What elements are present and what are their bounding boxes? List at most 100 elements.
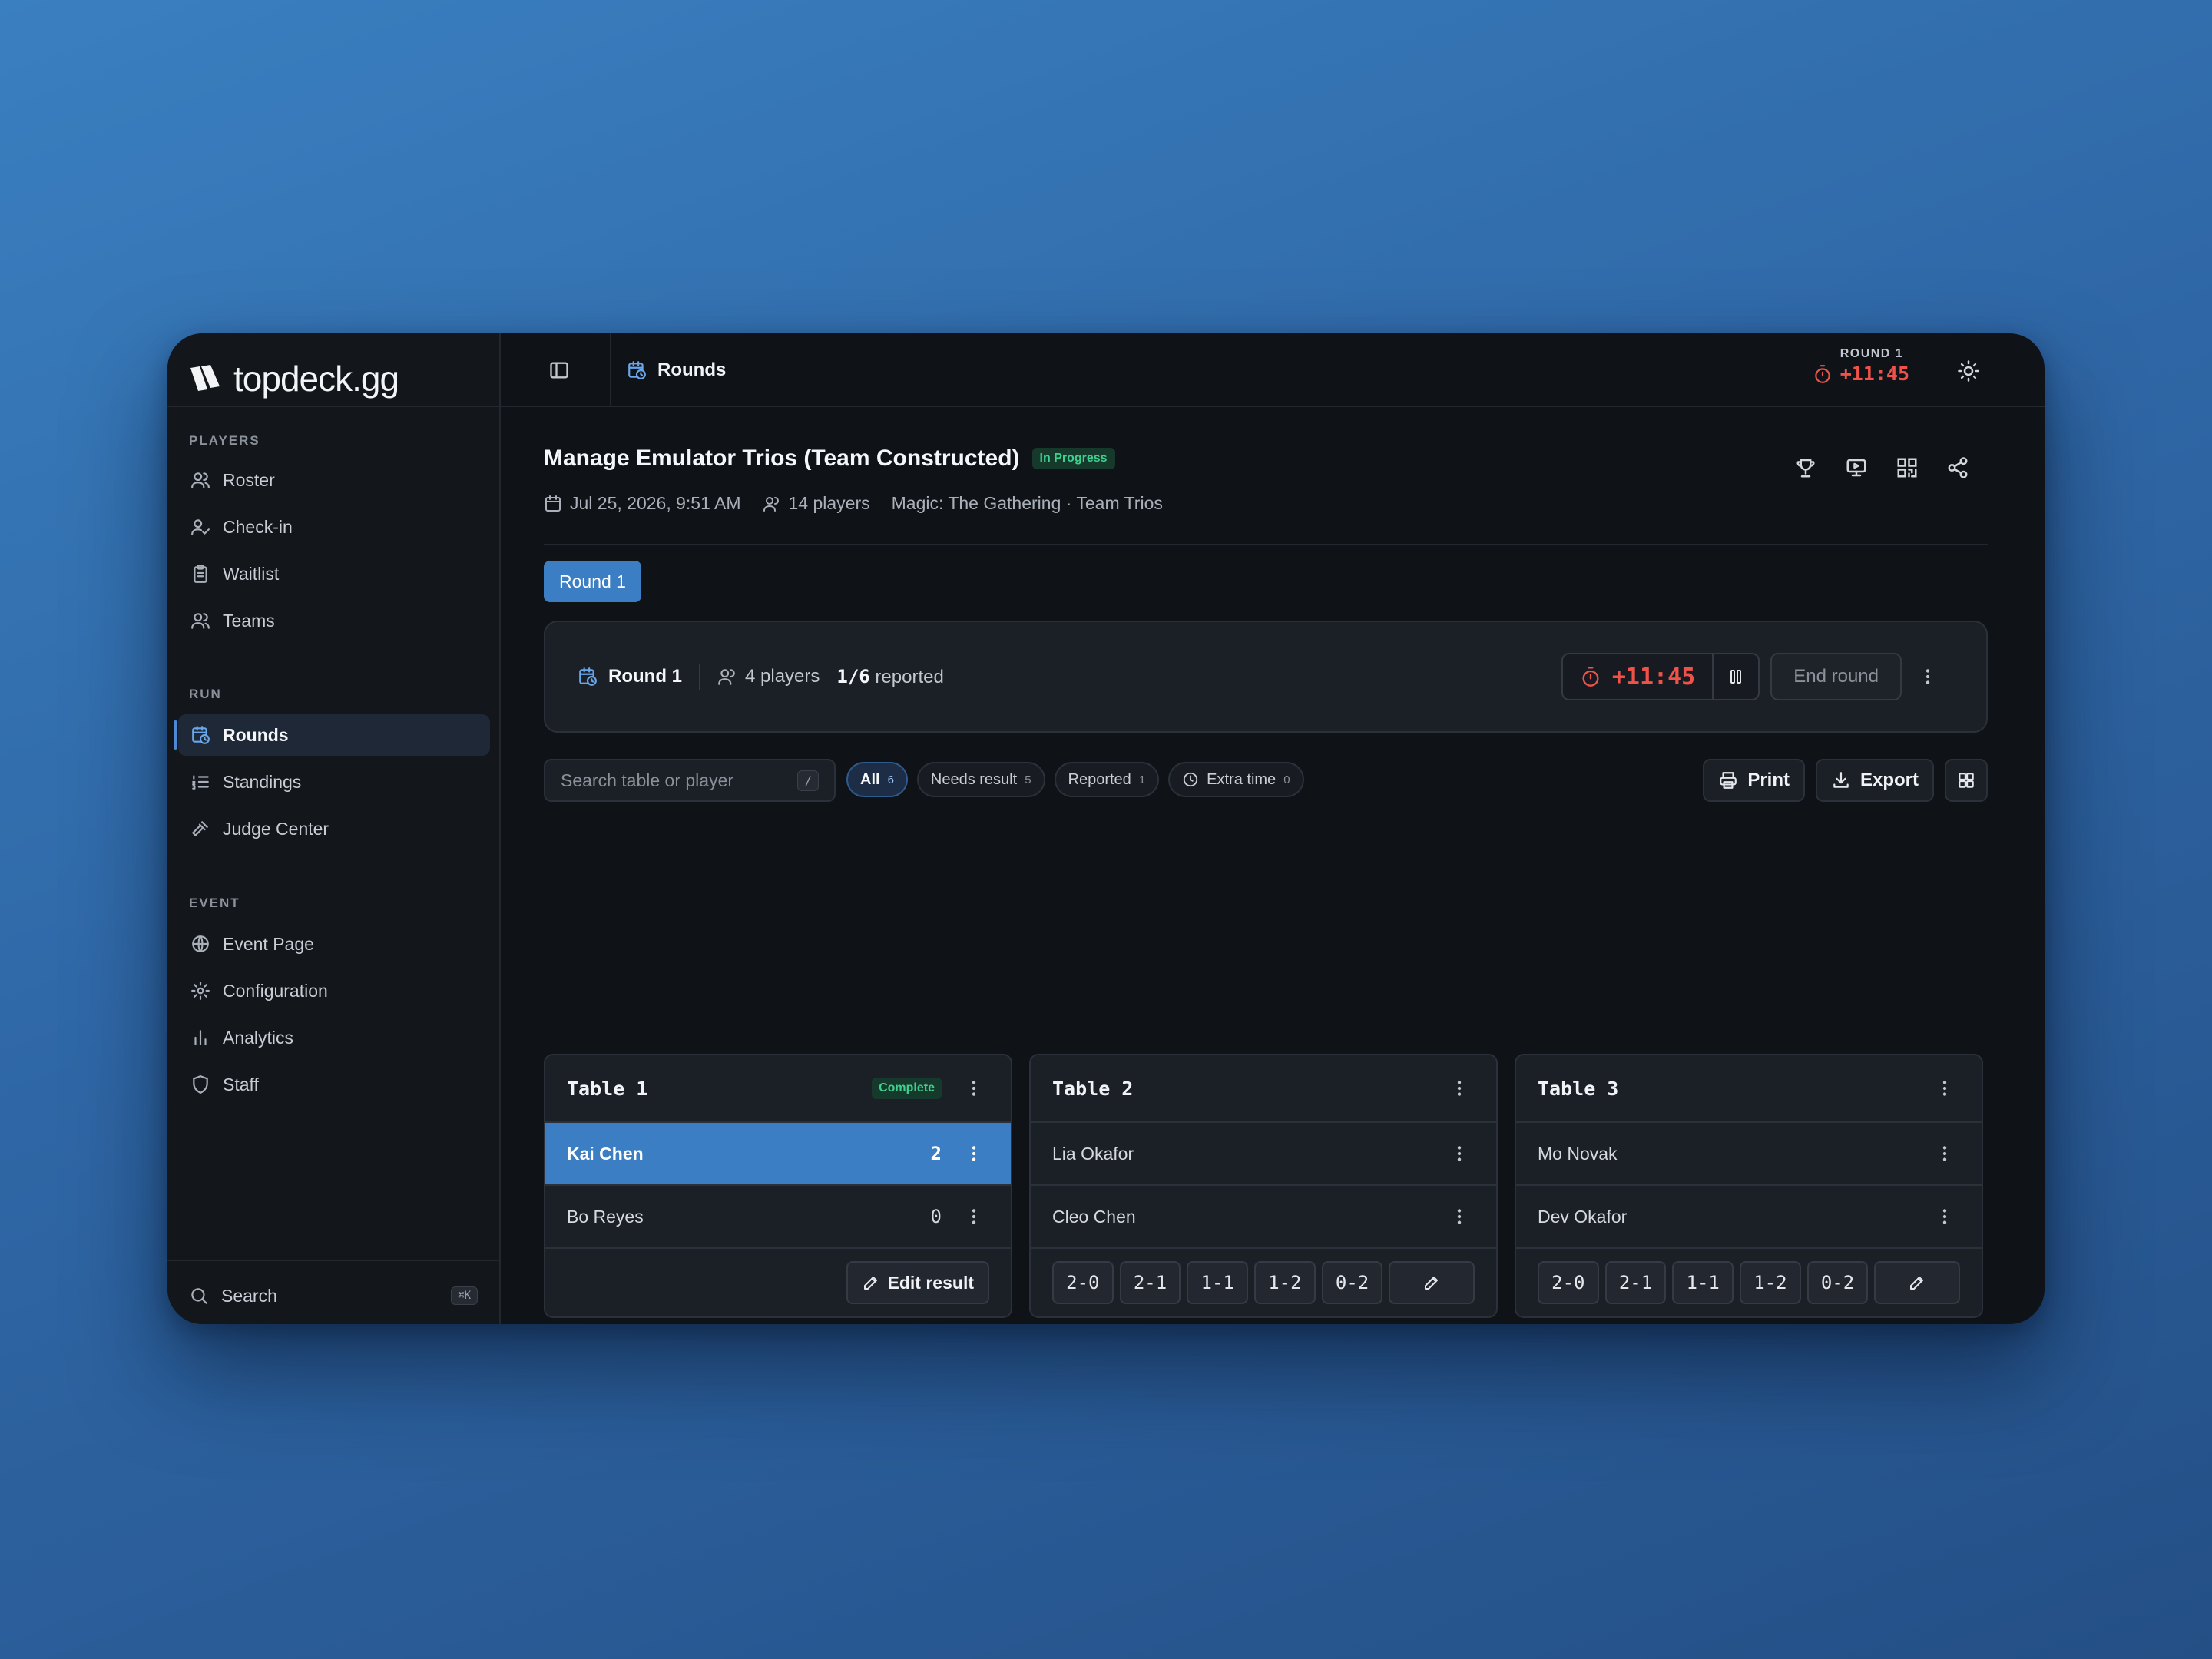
result-option-button[interactable]: 1-1 bbox=[1187, 1261, 1249, 1304]
share-icon[interactable] bbox=[1946, 456, 1969, 479]
calendar-clock-icon bbox=[579, 667, 597, 686]
player-row[interactable]: Dev Okafor bbox=[1516, 1186, 1982, 1249]
sidebar-item-staff[interactable]: Staff bbox=[178, 1064, 490, 1105]
pause-button[interactable] bbox=[1712, 654, 1758, 699]
player-score: 2 bbox=[930, 1143, 942, 1164]
player-name: Cleo Chen bbox=[1052, 1206, 1136, 1227]
gear-icon bbox=[191, 982, 210, 1000]
table-menu-button[interactable] bbox=[959, 1073, 989, 1104]
player-row[interactable]: Kai Chen 2 bbox=[545, 1123, 1011, 1186]
sun-icon[interactable] bbox=[1957, 359, 1980, 382]
export-button[interactable]: Export bbox=[1815, 759, 1934, 802]
result-row: 2-0 2-1 1-1 1-2 0-2 bbox=[1516, 1249, 1982, 1316]
filter-label: Reported bbox=[1068, 770, 1131, 788]
section-players-title: PLAYERS bbox=[189, 433, 260, 448]
player-row[interactable]: Cleo Chen bbox=[1031, 1186, 1496, 1249]
player-row[interactable]: Mo Novak bbox=[1516, 1123, 1982, 1186]
sidebar-item-label: Rounds bbox=[223, 724, 289, 745]
sidebar-toggle-icon[interactable] bbox=[548, 359, 570, 381]
sidebar-item-label: Analytics bbox=[223, 1027, 294, 1048]
round-summary-card: Round 1 4 players 1/6 reported +11:45 En… bbox=[544, 621, 1988, 733]
sidebar-item-label: Roster bbox=[223, 469, 275, 490]
printer-icon bbox=[1720, 772, 1737, 789]
stopwatch-icon bbox=[1814, 364, 1830, 383]
sidebar-item-rounds[interactable]: Rounds bbox=[174, 714, 490, 756]
result-option-button[interactable]: 1-2 bbox=[1254, 1261, 1316, 1304]
sidebar: topdeck.gg PLAYERS Roster Check-in Waitl… bbox=[167, 333, 501, 1324]
status-badge: In Progress bbox=[1031, 448, 1115, 469]
clock-icon bbox=[1183, 772, 1198, 787]
users-icon bbox=[718, 669, 735, 685]
player-row[interactable]: Lia Okafor bbox=[1031, 1123, 1496, 1186]
filter-all[interactable]: All 6 bbox=[846, 762, 908, 797]
sidebar-item-teams[interactable]: Teams bbox=[178, 600, 490, 641]
table-search-input[interactable]: Search table or player / bbox=[544, 759, 836, 802]
separator bbox=[544, 544, 1988, 545]
round-1-tab[interactable]: Round 1 bbox=[544, 561, 641, 602]
round-name: Round 1 bbox=[608, 666, 682, 687]
player-menu-button[interactable] bbox=[1444, 1138, 1475, 1169]
trophy-icon[interactable] bbox=[1794, 456, 1817, 479]
filter-extra-time[interactable]: Extra time 0 bbox=[1168, 762, 1304, 797]
result-option-button[interactable]: 2-0 bbox=[1538, 1261, 1599, 1304]
sidebar-item-check-in[interactable]: Check-in bbox=[178, 506, 490, 548]
player-menu-button[interactable] bbox=[1929, 1138, 1960, 1169]
print-button[interactable]: Print bbox=[1703, 759, 1805, 802]
qr-code-icon[interactable] bbox=[1896, 456, 1919, 479]
result-option-button[interactable]: 2-1 bbox=[1604, 1261, 1667, 1304]
result-option-button[interactable]: 0-2 bbox=[1321, 1261, 1383, 1304]
result-option-button[interactable]: 1-2 bbox=[1740, 1261, 1801, 1304]
reported-label: reported bbox=[875, 666, 944, 687]
player-menu-button[interactable] bbox=[959, 1138, 989, 1169]
more-vertical-icon bbox=[1942, 1081, 1947, 1096]
reported-count: 1/6 bbox=[836, 665, 870, 687]
sidebar-item-label: Event Page bbox=[223, 933, 314, 954]
player-score: 0 bbox=[930, 1206, 942, 1227]
table-card-header: Table 2 bbox=[1031, 1055, 1496, 1123]
pause-icon bbox=[1730, 670, 1742, 684]
sidebar-item-roster[interactable]: Roster bbox=[178, 459, 490, 501]
pencil-icon bbox=[1910, 1277, 1924, 1290]
section-run-title: RUN bbox=[189, 687, 222, 701]
presentation-icon[interactable] bbox=[1845, 456, 1868, 479]
round-timer-value: +11:45 bbox=[1611, 663, 1696, 690]
sidebar-item-label: Standings bbox=[223, 771, 302, 792]
grid-view-button[interactable] bbox=[1945, 759, 1988, 802]
custom-result-button[interactable] bbox=[1389, 1261, 1475, 1304]
brand[interactable]: topdeck.gg bbox=[189, 350, 399, 407]
sidebar-item-event-page[interactable]: Event Page bbox=[178, 923, 490, 965]
filter-reported[interactable]: Reported 1 bbox=[1054, 762, 1160, 797]
sidebar-item-judge-center[interactable]: Judge Center bbox=[178, 808, 490, 849]
table-menu-button[interactable] bbox=[1444, 1073, 1475, 1104]
result-row: 2-0 2-1 1-1 1-2 0-2 bbox=[1031, 1249, 1496, 1316]
table-menu-button[interactable] bbox=[1929, 1073, 1960, 1104]
custom-result-button[interactable] bbox=[1874, 1261, 1960, 1304]
event-actions bbox=[1794, 456, 1969, 479]
result-row: Edit result bbox=[545, 1249, 1011, 1316]
round-menu-button[interactable] bbox=[1912, 661, 1943, 692]
sidebar-item-waitlist[interactable]: Waitlist bbox=[178, 553, 490, 594]
sidebar-item-configuration[interactable]: Configuration bbox=[178, 970, 490, 1012]
player-row[interactable]: Bo Reyes 0 bbox=[545, 1186, 1011, 1249]
result-option-button[interactable]: 0-2 bbox=[1806, 1261, 1869, 1304]
sidebar-item-analytics[interactable]: Analytics bbox=[178, 1017, 490, 1058]
filter-count: 1 bbox=[1138, 773, 1146, 786]
end-round-button[interactable]: End round bbox=[1770, 653, 1902, 700]
player-menu-button[interactable] bbox=[959, 1201, 989, 1232]
player-menu-button[interactable] bbox=[1444, 1201, 1475, 1232]
sidebar-search[interactable]: Search ⌘K bbox=[189, 1277, 478, 1315]
player-menu-button[interactable] bbox=[1929, 1201, 1960, 1232]
grid-icon bbox=[1959, 773, 1974, 788]
result-option-button[interactable]: 2-1 bbox=[1119, 1261, 1181, 1304]
edit-result-button[interactable]: Edit result bbox=[846, 1261, 989, 1304]
breadcrumb: Rounds bbox=[627, 356, 726, 384]
round-timer-indicator[interactable]: ROUND 1 +11:45 bbox=[1813, 347, 1909, 385]
event-date: Jul 25, 2026, 9:51 AM bbox=[570, 493, 741, 513]
more-vertical-icon bbox=[972, 1081, 976, 1096]
result-option-button[interactable]: 2-0 bbox=[1052, 1261, 1114, 1304]
sidebar-item-standings[interactable]: Standings bbox=[178, 761, 490, 803]
filter-needs-result[interactable]: Needs result 5 bbox=[916, 762, 1045, 797]
result-option-button[interactable]: 1-1 bbox=[1672, 1261, 1734, 1304]
sidebar-item-label: Waitlist bbox=[223, 563, 280, 584]
filter-count: 5 bbox=[1025, 773, 1031, 786]
